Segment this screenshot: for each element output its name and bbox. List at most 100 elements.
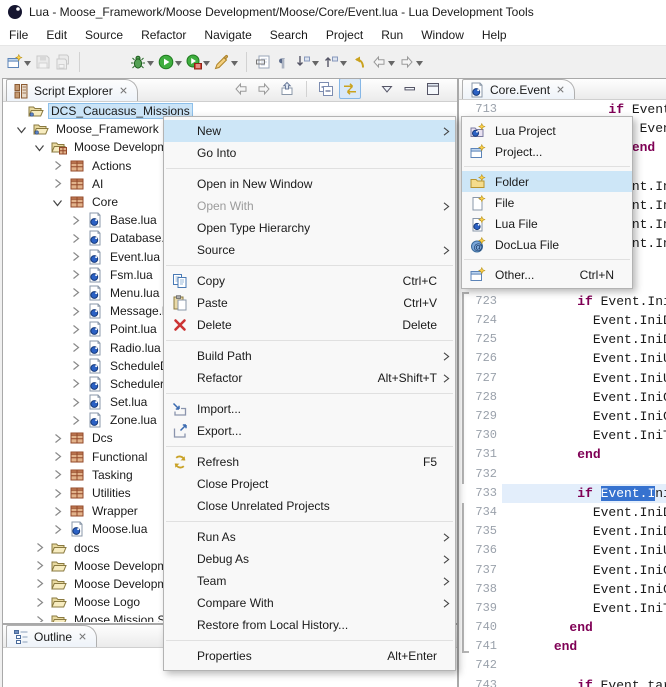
menu-item-close-unrelated-projects[interactable]: Close Unrelated Projects [164,495,455,517]
close-icon[interactable] [77,631,88,642]
menu-item-doclua-file[interactable]: @DocLua File [462,234,632,255]
save-button[interactable] [33,50,53,74]
line-number: 731 [460,445,497,464]
menubar-item-window[interactable]: Window [412,25,473,45]
forward-button[interactable] [254,79,274,98]
menu-item-other[interactable]: Other...Ctrl+N [462,264,632,285]
debug-button[interactable] [128,50,156,74]
menu-item-folder[interactable]: Folder [462,171,632,192]
dropdown-caret-icon[interactable] [415,53,423,71]
tab-core-event[interactable]: Core.Event [462,79,575,99]
dropdown-caret-icon[interactable] [202,53,210,71]
outline-title: Outline [34,630,72,644]
open-element-button[interactable] [212,50,240,74]
menu-item-import[interactable]: Import... [164,398,455,420]
link-with-editor-button[interactable] [339,78,361,99]
menu-item-source[interactable]: Source [164,239,455,261]
lua-file-icon [87,376,103,392]
lua-file-icon [87,212,103,228]
menubar-item-source[interactable]: Source [76,25,132,45]
menu-item-label: Debug As [197,552,249,566]
menu-item-team[interactable]: Team [164,570,455,592]
next-annotation-button[interactable] [293,50,321,74]
code-line-732: 732 [460,465,666,484]
menu-item-open-type-hierarchy[interactable]: Open Type Hierarchy [164,217,455,239]
maximize-button[interactable] [423,79,443,98]
app-logo-icon[interactable] [7,4,23,20]
ide-window: Lua - Moose_Framework/Moose Development/… [0,0,666,687]
dropdown-caret-icon[interactable] [174,53,182,71]
dropdown-caret-icon[interactable] [387,53,395,71]
submenu-arrow-icon [437,577,450,586]
close-icon[interactable] [555,84,566,95]
forward-button[interactable] [397,50,425,74]
chevron-right-icon [68,379,82,388]
last-edit-location-button[interactable] [349,50,369,74]
minimize-button[interactable] [400,79,420,98]
menu-item-new[interactable]: New [164,120,455,142]
code-line-739: 739 Event.IniTypeName = Event.IniDCSUnit… [460,599,666,618]
run-history-button[interactable] [184,50,212,74]
new-wizard-button[interactable] [5,50,33,74]
menubar-item-search[interactable]: Search [261,25,317,45]
menu-item-export[interactable]: Export... [164,420,455,442]
previous-annotation-button[interactable] [321,50,349,74]
show-whitespace-button[interactable]: ¶ [273,50,293,74]
menu-item-refresh[interactable]: RefreshF5 [164,451,455,473]
dropdown-caret-icon[interactable] [230,53,238,71]
menubar-item-edit[interactable]: Edit [37,25,76,45]
collapse-all-button[interactable] [316,79,336,98]
menubar-item-project[interactable]: Project [317,25,372,45]
up-button[interactable] [277,79,297,98]
menu-item-go-into[interactable]: Go Into [164,142,455,164]
save-all-button[interactable] [53,50,73,74]
tab-outline[interactable]: Outline [6,625,97,647]
menubar-item-refactor[interactable]: Refactor [132,25,195,45]
menu-item-copy[interactable]: CopyCtrl+C [164,270,455,292]
code-line-738: 738 Event.IniCategory = Event.IniDCSUnit… [460,580,666,599]
dropdown-caret-icon[interactable] [146,53,154,71]
collapse-all-icon [318,81,334,97]
menu-item-lua-file[interactable]: Lua File [462,213,632,234]
menubar-item-help[interactable]: Help [473,25,516,45]
mark-occurrences-button[interactable] [253,50,273,74]
paste-icon [172,295,188,311]
menu-item-properties[interactable]: PropertiesAlt+Enter [164,645,455,667]
tab-script-explorer[interactable]: Script Explorer [6,79,138,101]
menu-item-open-in-new-window[interactable]: Open in New Window [164,173,455,195]
menu-item-refactor[interactable]: RefactorAlt+Shift+T [164,367,455,389]
menu-item-label: Source [197,243,235,257]
menu-item-accelerator: Ctrl+C [385,274,437,288]
export-icon [172,423,188,439]
menu-item-compare-with[interactable]: Compare With [164,592,455,614]
menubar-item-navigate[interactable]: Navigate [195,25,260,45]
menu-item-run-as[interactable]: Run As [164,526,455,548]
close-icon[interactable] [118,85,129,96]
menu-item-file[interactable]: File [462,192,632,213]
dropdown-caret-icon[interactable] [23,53,31,71]
menu-item-project[interactable]: Project... [462,141,632,162]
menu-item-lua-project[interactable]: Lua Project [462,120,632,141]
folder-icon [51,612,67,622]
menu-item-paste[interactable]: PasteCtrl+V [164,292,455,314]
menu-item-label: Close Unrelated Projects [197,499,330,513]
menu-separator [166,521,453,522]
menu-item-open-with[interactable]: Open With [164,195,455,217]
menu-item-delete[interactable]: DeleteDelete [164,314,455,336]
menu-item-build-path[interactable]: Build Path [164,345,455,367]
back-button[interactable] [369,50,397,74]
submenu-arrow-icon [437,352,450,361]
chevron-right-icon [50,434,64,443]
back-button[interactable] [231,79,251,98]
run-button[interactable] [156,50,184,74]
menubar-item-file[interactable]: File [0,25,37,45]
dropdown-caret-icon[interactable] [339,53,347,71]
menu-item-debug-as[interactable]: Debug As [164,548,455,570]
menubar-item-run[interactable]: Run [372,25,412,45]
view-menu-button[interactable] [377,79,397,98]
script-explorer-title: Script Explorer [34,84,113,98]
dropdown-caret-icon[interactable] [311,53,319,71]
lua-file-icon [87,267,103,283]
menu-item-close-project[interactable]: Close Project [164,473,455,495]
menu-item-restore-from-local-history[interactable]: Restore from Local History... [164,614,455,636]
